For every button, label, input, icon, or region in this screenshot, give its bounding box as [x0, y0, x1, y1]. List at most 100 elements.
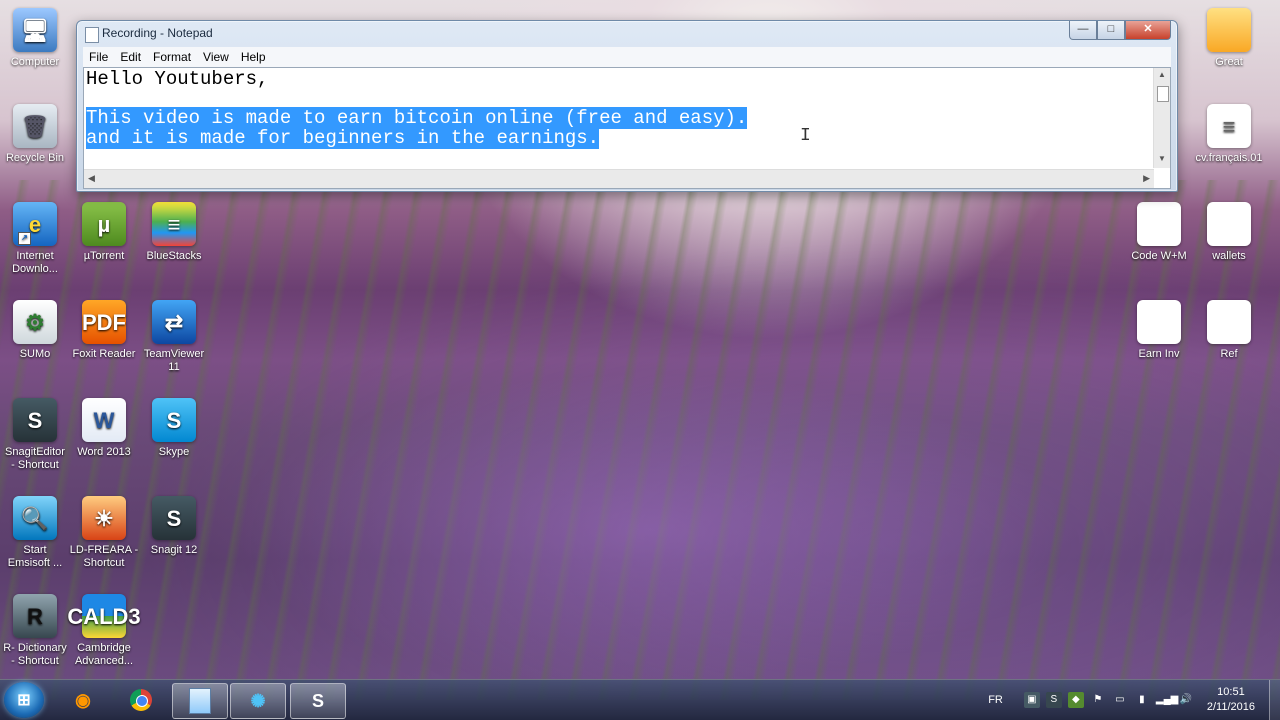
desktop-icon-sumo[interactable]: ⚙ SUMo: [0, 300, 70, 361]
scroll-thumb[interactable]: [1157, 86, 1169, 102]
chrome-icon: [130, 689, 152, 711]
desktop-icon-r-dictionary[interactable]: R R- Dictionary - Shortcut: [0, 594, 70, 668]
display-icon[interactable]: ▭: [1112, 692, 1128, 708]
taskbar-chrome[interactable]: [114, 683, 168, 717]
text-editor[interactable]: Hello Youtubers, This video is made to e…: [83, 67, 1171, 189]
desktop-icon-snagit-editor[interactable]: S SnagitEditor - Shortcut: [0, 398, 70, 472]
emsisoft-icon: 🔍: [13, 496, 57, 540]
icon-label: Emsisoft ...: [7, 557, 63, 569]
icon-label: 11: [168, 361, 180, 373]
security-tray-icon[interactable]: ◆: [1067, 692, 1084, 708]
icon-label: Advanced...: [74, 655, 134, 667]
taskbar-film[interactable]: ✺: [230, 683, 286, 719]
selected-text-line: This video is made to earn bitcoin onlin…: [86, 107, 748, 129]
clock[interactable]: 10:51 2/11/2016: [1207, 685, 1255, 715]
taskbar-snagit[interactable]: S: [290, 683, 346, 719]
icon-label: Shortcut: [83, 557, 125, 569]
title-bar[interactable]: Recording - Notepad — □ ✕: [77, 21, 1177, 47]
snagit-icon: S: [311, 690, 324, 711]
menu-help[interactable]: Help: [235, 50, 272, 64]
icon-label: Skype: [158, 446, 190, 458]
maximize-button[interactable]: □: [1097, 21, 1125, 40]
snagit-tray-icon[interactable]: S: [1045, 692, 1062, 708]
ld-freara-icon: ☀: [82, 496, 126, 540]
scroll-right-icon[interactable]: ▶: [1143, 173, 1150, 184]
icon-label: BlueStacks: [146, 250, 202, 262]
desktop-icon-skype[interactable]: S Skype: [139, 398, 209, 459]
flag-icon[interactable]: ⚑: [1090, 692, 1106, 708]
tray-app-icon[interactable]: ▣: [1023, 692, 1040, 708]
start-button[interactable]: ⊞: [4, 682, 44, 718]
desktop-icon-start-emsisoft[interactable]: 🔍 Start Emsisoft ...: [0, 496, 70, 570]
document-icon: ≡: [1207, 104, 1251, 148]
icon-label: Great: [1215, 56, 1243, 68]
scroll-left-icon[interactable]: ◀: [88, 173, 95, 184]
icon-label: µTorrent: [83, 250, 125, 262]
desktop-icon-cambridge[interactable]: CALD3 Cambridge Advanced...: [67, 594, 141, 668]
close-button[interactable]: ✕: [1125, 21, 1171, 40]
language-indicator[interactable]: FR: [988, 694, 1003, 706]
desktop-icon-bluestacks[interactable]: ≡ BlueStacks: [139, 202, 209, 263]
desktop-icon-earn-inv[interactable]: Earn Inv: [1124, 300, 1194, 361]
menu-edit[interactable]: Edit: [114, 50, 147, 64]
icon-label: Computer: [10, 56, 60, 68]
scroll-up-icon[interactable]: ▲: [1158, 70, 1166, 79]
notepad-icon: [85, 27, 99, 43]
scroll-down-icon[interactable]: ▼: [1158, 154, 1166, 163]
editor-content[interactable]: Hello Youtubers, This video is made to e…: [86, 68, 748, 149]
menu-view[interactable]: View: [197, 50, 235, 64]
desktop-icon-internet-download[interactable]: e ↗ Internet Downlo...: [0, 202, 70, 276]
desktop-icon-cv-francais[interactable]: ≡ cv.français.01: [1194, 104, 1264, 165]
cald3-badge: CALD3: [67, 603, 141, 629]
battery-icon[interactable]: ▮: [1134, 692, 1150, 708]
sumo-icon: ⚙: [13, 300, 57, 344]
text-line: Hello Youtubers,: [86, 68, 269, 90]
show-desktop-button[interactable]: [1269, 680, 1280, 720]
icon-label: Recycle Bin: [5, 152, 65, 164]
text-file-icon: [1137, 300, 1181, 344]
snagit-icon: S: [152, 496, 196, 540]
volume-icon[interactable]: 🔊: [1178, 692, 1194, 708]
icon-label: SnagitEditor: [5, 446, 65, 458]
notepad-window[interactable]: Recording - Notepad — □ ✕ File Edit Form…: [76, 20, 1178, 192]
desktop-icon-foxit-reader[interactable]: PDF Foxit Reader: [69, 300, 139, 361]
taskbar-firefox[interactable]: ◉: [56, 683, 110, 717]
skype-icon: S: [152, 398, 196, 442]
icon-label: R- Dictionary: [3, 642, 67, 654]
menu-format[interactable]: Format: [147, 50, 197, 64]
menu-file[interactable]: File: [83, 50, 114, 64]
icon-label: Internet Downlo...: [12, 250, 58, 275]
icon-label: SUMo: [19, 348, 51, 360]
icon-label: Snagit 12: [150, 544, 198, 556]
desktop-icon-wallets[interactable]: wallets: [1194, 202, 1264, 263]
horizontal-scrollbar[interactable]: ◀ ▶: [84, 169, 1154, 188]
desktop-icon-computer[interactable]: 🖥 Computer: [0, 8, 70, 69]
computer-icon: 🖥: [13, 8, 57, 52]
desktop-icon-teamviewer[interactable]: ⇄ TeamViewer 11: [139, 300, 209, 374]
desktop-icon-ld-freara[interactable]: ☀ LD-FREARA - Shortcut: [69, 496, 139, 570]
desktop-icon-recycle-bin[interactable]: 🗑 Recycle Bin: [0, 104, 70, 165]
desktop-icon-word-2013[interactable]: W Word 2013: [69, 398, 139, 459]
cambridge-dictionary-icon: CALD3: [67, 594, 141, 638]
vertical-scrollbar[interactable]: ▲ ▼: [1153, 68, 1170, 168]
desktop-icon-ref[interactable]: Ref: [1194, 300, 1264, 361]
signal-icon[interactable]: ▂▄▆: [1156, 692, 1178, 708]
desktop-icon-snagit-12[interactable]: S Snagit 12: [139, 496, 209, 557]
icon-label: LD-FREARA -: [69, 544, 139, 556]
taskbar: ⊞ ◉ ✺ S FR ▣ S ◆ ⚑ ▭ ▮ ▂▄▆ 🔊 10:51 2/11/…: [0, 679, 1280, 720]
desktop-icon-great[interactable]: Great: [1194, 8, 1264, 69]
window-title: Recording - Notepad: [102, 26, 213, 40]
minimize-button[interactable]: —: [1069, 21, 1097, 40]
selected-text-line: and it is made for beginners in the earn…: [86, 126, 600, 149]
internet-download-manager-icon: e ↗: [13, 202, 57, 246]
word-icon: W: [82, 398, 126, 442]
text-file-icon: [1207, 300, 1251, 344]
desktop-icon-code-wm[interactable]: Code W+M: [1124, 202, 1194, 263]
icon-label: Start: [23, 544, 47, 556]
recycle-bin-icon: 🗑: [13, 104, 57, 148]
taskbar-notepad[interactable]: [172, 683, 228, 719]
wallpaper-glow: [200, 360, 1100, 700]
icon-label: Earn Inv: [1138, 348, 1180, 360]
desktop-icon-utorrent[interactable]: µ µTorrent: [69, 202, 139, 263]
text-cursor-icon: I: [800, 126, 811, 146]
